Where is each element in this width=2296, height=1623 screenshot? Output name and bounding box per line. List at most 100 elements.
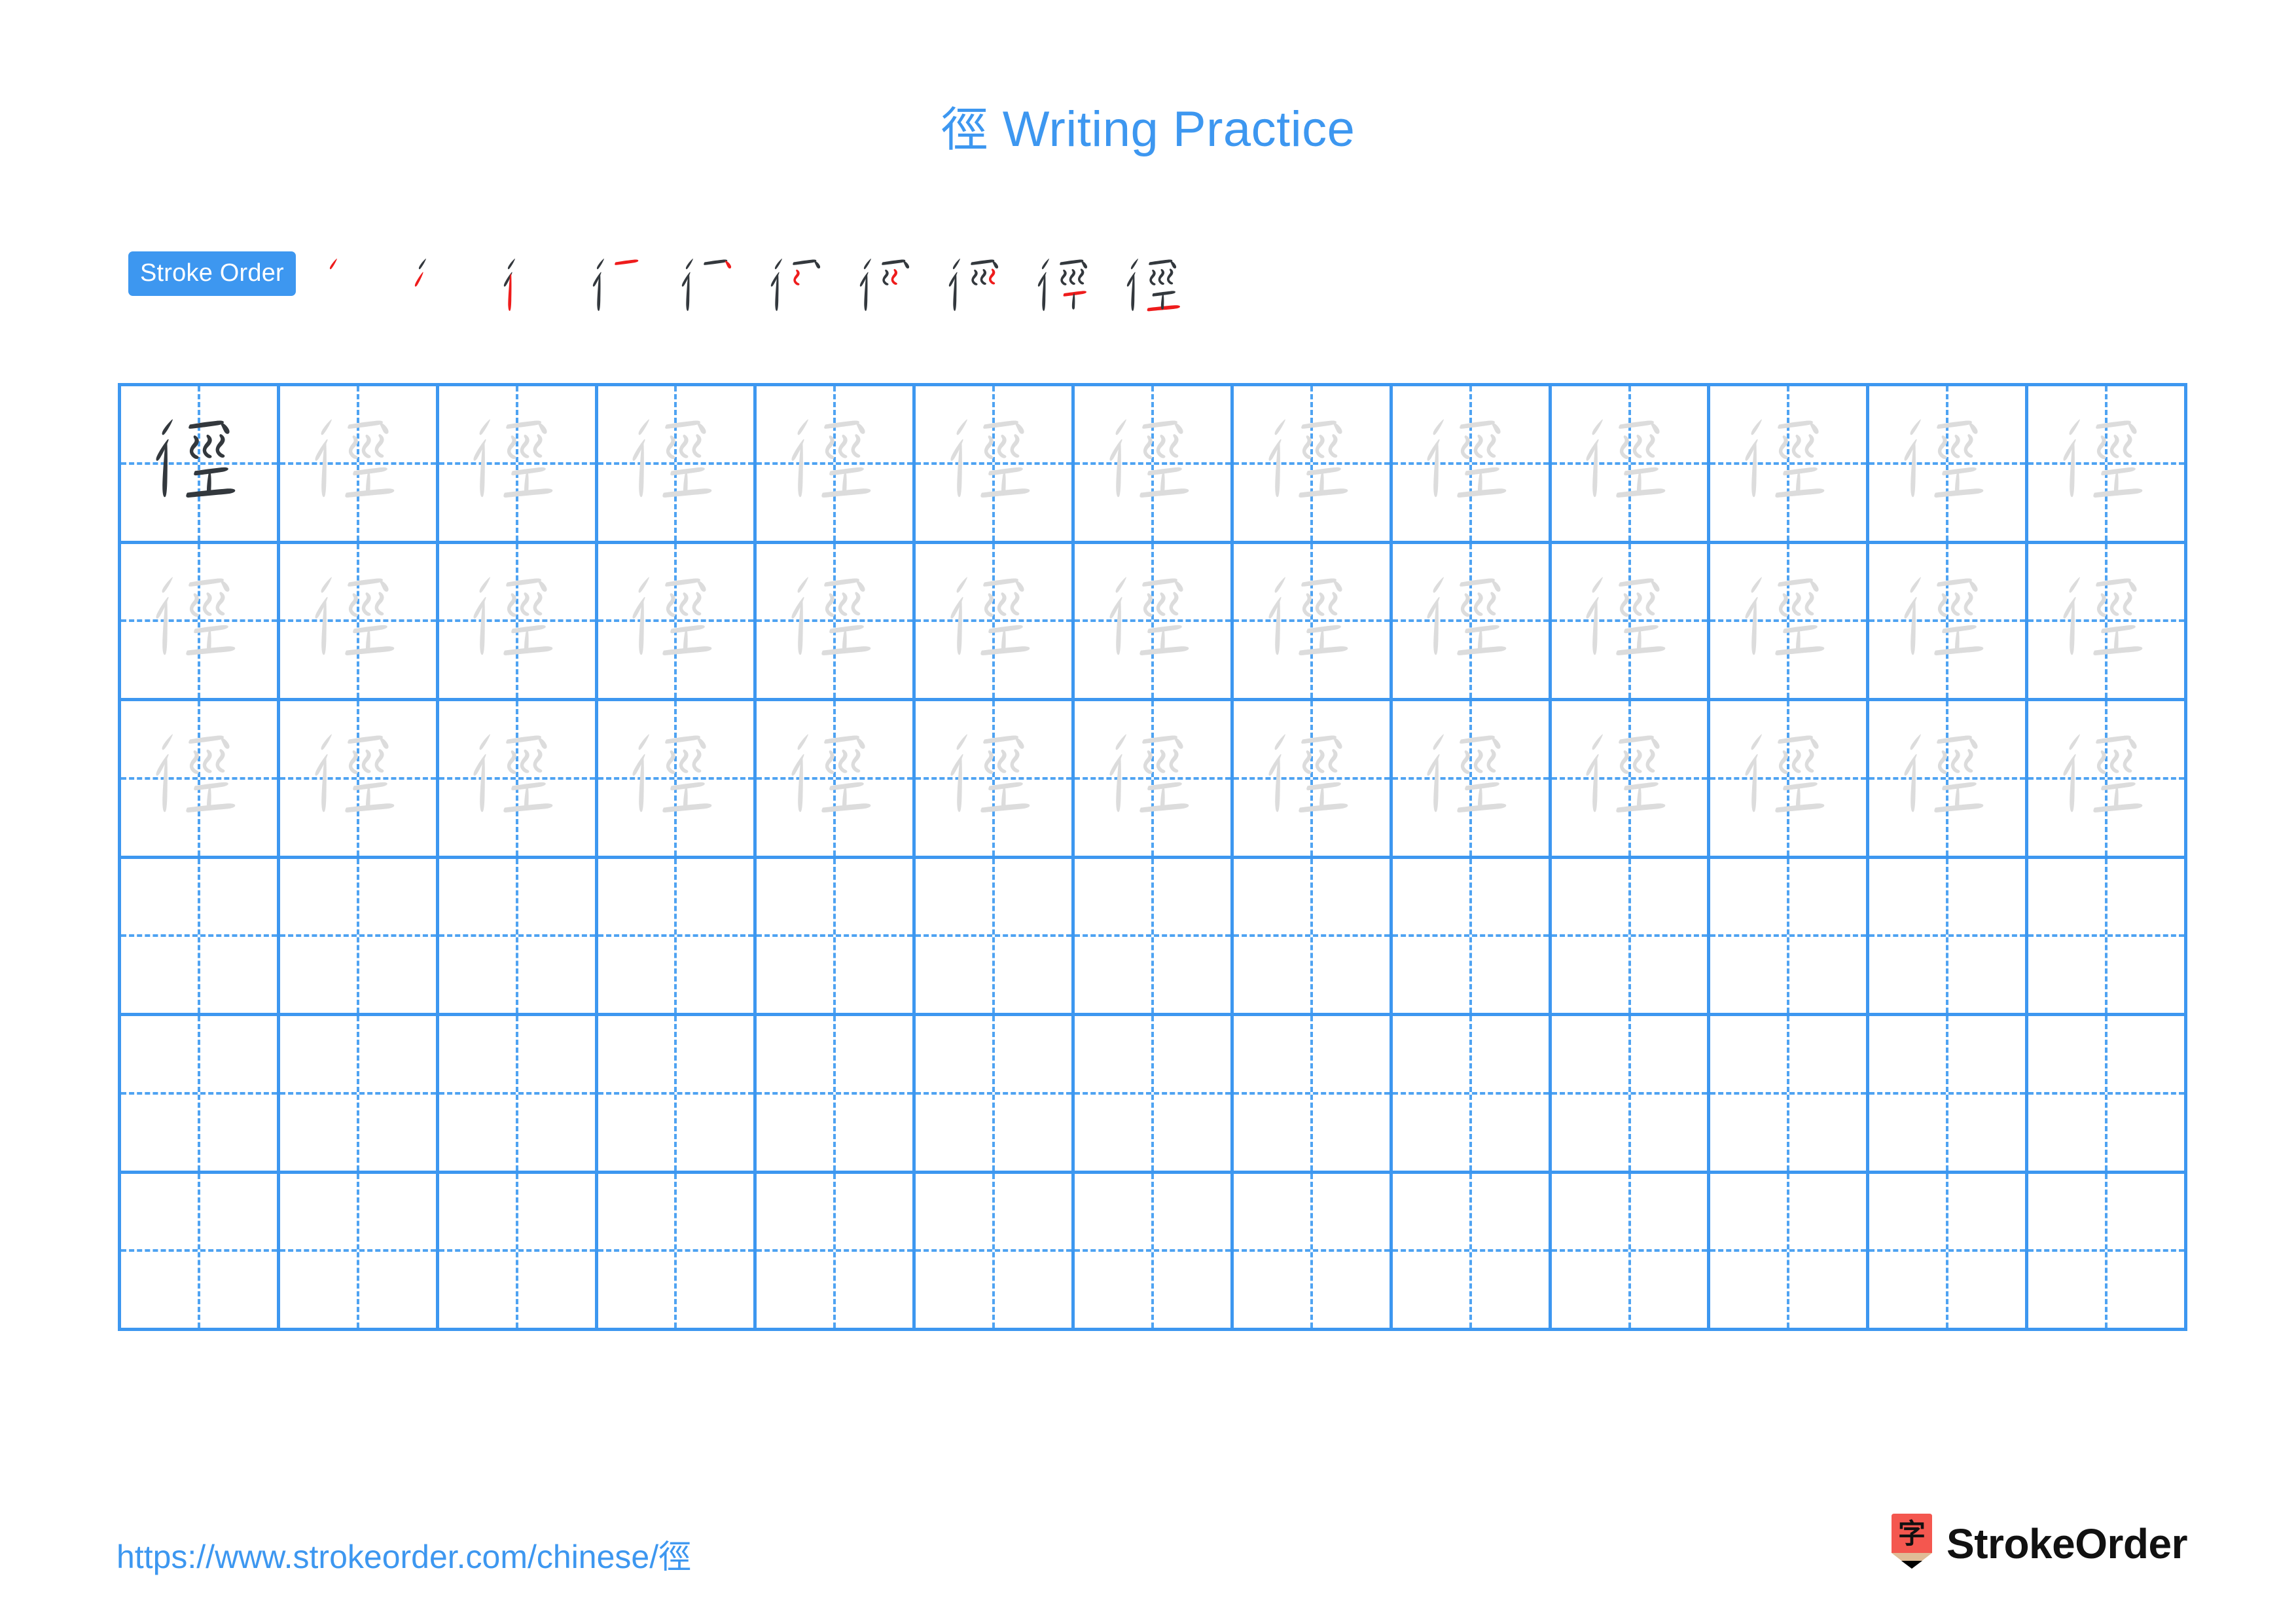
practice-cell-trace[interactable]: [1075, 386, 1234, 544]
practice-cell-trace[interactable]: [1233, 543, 1393, 701]
stroke-order-section: Stroke Order: [128, 244, 1200, 329]
practice-cell-empty[interactable]: [1075, 1173, 1234, 1331]
practice-cell-trace[interactable]: [916, 701, 1075, 859]
practice-character-glyph: [1552, 544, 1708, 699]
practice-character-glyph: [1393, 386, 1549, 541]
practice-cell-trace[interactable]: [279, 386, 439, 544]
practice-cell-empty[interactable]: [598, 1016, 757, 1174]
practice-cell-trace[interactable]: [1233, 701, 1393, 859]
practice-cell-trace[interactable]: [1710, 543, 1870, 701]
practice-cell-trace[interactable]: [1075, 543, 1234, 701]
practice-cell-empty[interactable]: [757, 1016, 916, 1174]
practice-cell-trace[interactable]: [1869, 386, 2029, 544]
practice-cell-trace[interactable]: [757, 386, 916, 544]
practice-character-glyph: [916, 701, 1071, 856]
practice-cell-empty[interactable]: [121, 858, 280, 1016]
practice-cell-trace[interactable]: [279, 543, 439, 701]
practice-cell-empty[interactable]: [1392, 1173, 1552, 1331]
practice-cell-empty[interactable]: [757, 1173, 916, 1331]
practice-cell-trace[interactable]: [1233, 386, 1393, 544]
practice-cell-trace[interactable]: [1551, 701, 1711, 859]
practice-cell-trace[interactable]: [1075, 701, 1234, 859]
practice-cell-trace[interactable]: [1710, 386, 1870, 544]
practice-cell-trace[interactable]: [1551, 543, 1711, 701]
practice-cell-empty[interactable]: [1551, 1016, 1711, 1174]
practice-cell-trace[interactable]: [1392, 701, 1552, 859]
practice-character-glyph: [1552, 386, 1708, 541]
practice-grid-row: [121, 1016, 2187, 1174]
practice-character-glyph: [121, 386, 277, 541]
practice-cell-trace[interactable]: [916, 386, 1075, 544]
practice-cell-trace[interactable]: [1551, 386, 1711, 544]
practice-cell-trace[interactable]: [1869, 543, 2029, 701]
practice-cell-empty[interactable]: [1075, 1016, 1234, 1174]
practice-cell-trace[interactable]: [279, 701, 439, 859]
practice-cell-empty[interactable]: [1392, 1016, 1552, 1174]
practice-cell-empty[interactable]: [1233, 1016, 1393, 1174]
practice-cell-trace[interactable]: [916, 543, 1075, 701]
practice-cell-trace[interactable]: [757, 701, 916, 859]
practice-cell-empty[interactable]: [1710, 1173, 1870, 1331]
practice-cell-trace[interactable]: [439, 701, 598, 859]
practice-cell-empty[interactable]: [916, 1016, 1075, 1174]
practice-cell-empty[interactable]: [598, 1173, 757, 1331]
practice-cell-model[interactable]: [121, 386, 280, 544]
practice-grid-row: [121, 543, 2187, 701]
practice-cell-trace[interactable]: [598, 386, 757, 544]
practice-cell-empty[interactable]: [2028, 1016, 2187, 1174]
practice-cell-empty[interactable]: [916, 858, 1075, 1016]
practice-cell-empty[interactable]: [1551, 1173, 1711, 1331]
practice-cell-trace[interactable]: [598, 701, 757, 859]
practice-cell-empty[interactable]: [121, 1173, 280, 1331]
source-url-link[interactable]: https://www.strokeorder.com/chinese/徑: [117, 1531, 691, 1578]
practice-cell-empty[interactable]: [1551, 858, 1711, 1016]
practice-cell-empty[interactable]: [1392, 858, 1552, 1016]
practice-cell-trace[interactable]: [2028, 543, 2187, 701]
practice-character-glyph: [121, 701, 277, 856]
practice-cell-trace[interactable]: [1710, 701, 1870, 859]
practice-character-glyph: [1710, 386, 1866, 541]
practice-cell-empty[interactable]: [1710, 1016, 1870, 1174]
practice-cell-empty[interactable]: [1869, 858, 2029, 1016]
practice-character-glyph: [1234, 386, 1390, 541]
practice-cell-trace[interactable]: [2028, 386, 2187, 544]
practice-cell-empty[interactable]: [1233, 858, 1393, 1016]
practice-cell-empty[interactable]: [1869, 1016, 2029, 1174]
practice-cell-empty[interactable]: [1710, 858, 1870, 1016]
practice-cell-trace[interactable]: [1392, 386, 1552, 544]
practice-cell-trace[interactable]: [121, 701, 280, 859]
stroke-order-badge: Stroke Order: [128, 251, 296, 296]
practice-cell-empty[interactable]: [916, 1173, 1075, 1331]
practice-cell-trace[interactable]: [757, 543, 916, 701]
practice-cell-empty[interactable]: [1233, 1173, 1393, 1331]
practice-cell-empty[interactable]: [1075, 858, 1234, 1016]
practice-character-glyph: [2028, 544, 2184, 699]
practice-cell-empty[interactable]: [439, 858, 598, 1016]
practice-character-glyph: [598, 386, 754, 541]
practice-character-glyph: [439, 701, 595, 856]
practice-cell-empty[interactable]: [279, 1016, 439, 1174]
practice-cell-empty[interactable]: [439, 1173, 598, 1331]
practice-cell-empty[interactable]: [757, 858, 916, 1016]
practice-cell-trace[interactable]: [439, 386, 598, 544]
pencil-logo-icon: 字: [1892, 1514, 1933, 1574]
practice-cell-trace[interactable]: [2028, 701, 2187, 859]
practice-cell-empty[interactable]: [1869, 1173, 2029, 1331]
practice-cell-trace[interactable]: [1392, 543, 1552, 701]
practice-character-glyph: [757, 701, 912, 856]
practice-cell-trace[interactable]: [439, 543, 598, 701]
practice-cell-empty[interactable]: [598, 858, 757, 1016]
practice-character-glyph: [1869, 701, 2025, 856]
practice-cell-trace[interactable]: [1869, 701, 2029, 859]
brand-logo[interactable]: 字 StrokeOrder: [1892, 1514, 2187, 1574]
practice-cell-empty[interactable]: [2028, 858, 2187, 1016]
practice-cell-trace[interactable]: [598, 543, 757, 701]
practice-cell-empty[interactable]: [279, 858, 439, 1016]
practice-cell-empty[interactable]: [2028, 1173, 2187, 1331]
practice-cell-empty[interactable]: [121, 1016, 280, 1174]
practice-cell-empty[interactable]: [439, 1016, 598, 1174]
practice-cell-trace[interactable]: [121, 543, 280, 701]
stroke-order-step-8: [933, 244, 1022, 333]
practice-character-glyph: [1393, 701, 1549, 856]
practice-cell-empty[interactable]: [279, 1173, 439, 1331]
